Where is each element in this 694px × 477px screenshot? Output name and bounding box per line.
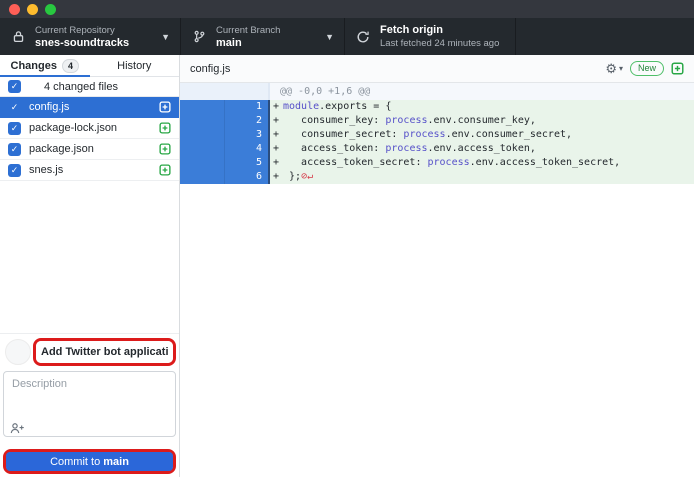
commit-button-branch: main — [103, 456, 129, 468]
window-titlebar — [0, 0, 694, 18]
diff-line-1[interactable]: 1+module.exports = { — [180, 100, 694, 114]
gutter-new[interactable]: 6 — [225, 170, 270, 184]
new-file-badge: New — [630, 61, 664, 76]
diff-line-6[interactable]: 6+ };⊘↵ — [180, 170, 694, 184]
diff-content: @@ -0,0 +1,6 @@1+module.exports = {2+ co… — [180, 83, 694, 184]
sidebar-spacer — [0, 181, 179, 333]
minimize-window-button[interactable] — [27, 4, 38, 15]
gutter-old[interactable] — [180, 142, 225, 156]
file-name: snes.js — [29, 164, 151, 176]
commit-form: Commit to main — [0, 333, 179, 477]
repo-name: snes-soundtracks — [35, 37, 129, 49]
gutter-old[interactable] — [180, 100, 225, 114]
file-checkbox[interactable]: ✓ — [8, 143, 21, 156]
chevron-down-icon: ▼ — [161, 32, 170, 42]
changed-files-summary: 4 changed files — [44, 81, 118, 93]
diff-pane: config.js ⚙▾ New @@ -0,0 +1,6 @@1+module… — [180, 55, 694, 477]
current-branch-button[interactable]: Current Branch main ▼ — [181, 18, 345, 55]
avatar — [5, 339, 31, 365]
gutter-new[interactable]: 5 — [225, 156, 270, 170]
repo-label: Current Repository — [35, 25, 115, 36]
commit-button-prefix: Commit to — [50, 456, 103, 468]
file-name: config.js — [29, 101, 151, 113]
gutter-old[interactable] — [180, 114, 225, 128]
gear-icon: ⚙ — [605, 61, 617, 77]
diff-line-2[interactable]: 2+ consumer_key: process.env.consumer_ke… — [180, 114, 694, 128]
person-add-icon[interactable] — [10, 422, 25, 434]
lock-icon — [10, 29, 26, 45]
diff-line-4[interactable]: 4+ access_token: process.env.access_toke… — [180, 142, 694, 156]
changes-count-badge: 4 — [62, 59, 79, 73]
gutter-new[interactable]: 2 — [225, 114, 270, 128]
app-toolbar: Current Repository snes-soundtracks ▼ Cu… — [0, 18, 694, 55]
branch-label: Current Branch — [216, 25, 280, 36]
sync-icon — [355, 29, 371, 45]
commit-to-main-button[interactable]: Commit to main — [6, 452, 173, 471]
git-branch-icon — [191, 29, 207, 45]
expand-diff-button[interactable] — [671, 62, 684, 75]
file-row-package-lock.json[interactable]: ✓ package-lock.json — [0, 118, 179, 139]
gutter-old[interactable] — [180, 156, 225, 170]
gutter-new[interactable]: 1 — [225, 100, 270, 114]
changes-sidebar: Changes 4 History ✓ 4 changed files ✓ con… — [0, 55, 180, 477]
tab-history-label: History — [117, 60, 151, 72]
diff-file-name: config.js — [190, 63, 605, 75]
file-status-added-icon — [159, 122, 171, 134]
gutter-new[interactable]: 4 — [225, 142, 270, 156]
diff-code: + access_token: process.env.access_token… — [270, 142, 694, 156]
fetch-origin-button[interactable]: Fetch origin Last fetched 24 minutes ago — [345, 18, 516, 55]
select-all-checkbox[interactable]: ✓ — [8, 80, 21, 93]
current-repository-button[interactable]: Current Repository snes-soundtracks ▼ — [0, 18, 181, 55]
close-window-button[interactable] — [9, 4, 20, 15]
file-row-package.json[interactable]: ✓ package.json — [0, 139, 179, 160]
annotation-summary-highlight — [33, 338, 176, 366]
diff-code: + };⊘↵ — [270, 170, 694, 184]
file-status-added-icon — [159, 101, 171, 113]
annotation-commit-highlight: Commit to main — [3, 449, 176, 474]
chevron-down-icon: ▼ — [325, 32, 334, 42]
file-checkbox[interactable]: ✓ — [8, 122, 21, 135]
file-checkbox[interactable]: ✓ — [8, 101, 21, 114]
changed-files-header: ✓ 4 changed files — [0, 77, 179, 97]
tab-changes-label: Changes — [11, 60, 57, 72]
commit-description-input[interactable] — [3, 371, 176, 437]
file-row-snes.js[interactable]: ✓ snes.js — [0, 160, 179, 181]
fetch-status: Last fetched 24 minutes ago — [380, 38, 499, 49]
zoom-window-button[interactable] — [45, 4, 56, 15]
diff-file-header: config.js ⚙▾ New — [180, 55, 694, 83]
chevron-down-icon: ▾ — [619, 64, 623, 73]
diff-code: + consumer_secret: process.env.consumer_… — [270, 128, 694, 142]
tab-history[interactable]: History — [90, 55, 180, 76]
file-status-added-icon — [159, 164, 171, 176]
diff-settings-button[interactable]: ⚙▾ — [605, 61, 623, 77]
file-row-config.js[interactable]: ✓ config.js — [0, 97, 179, 118]
diff-line-3[interactable]: 3+ consumer_secret: process.env.consumer… — [180, 128, 694, 142]
tab-changes[interactable]: Changes 4 — [0, 55, 90, 76]
file-checkbox[interactable]: ✓ — [8, 164, 21, 177]
fetch-label: Fetch origin — [380, 24, 443, 36]
diff-code: + consumer_key: process.env.consumer_key… — [270, 114, 694, 128]
diff-hunk-header: @@ -0,0 +1,6 @@ — [180, 83, 694, 100]
file-name: package.json — [29, 143, 151, 155]
sidebar-tabs: Changes 4 History — [0, 55, 179, 77]
hunk-header-text: @@ -0,0 +1,6 @@ — [270, 83, 694, 100]
gutter-new[interactable]: 3 — [225, 128, 270, 142]
commit-summary-input[interactable] — [36, 341, 173, 363]
gutter-old[interactable] — [180, 170, 225, 184]
gutter-old[interactable] — [180, 128, 225, 142]
branch-name: main — [216, 37, 242, 49]
diff-code: + access_token_secret: process.env.acces… — [270, 156, 694, 170]
toolbar-filler — [516, 18, 694, 55]
diff-code: +module.exports = { — [270, 100, 694, 114]
diff-line-5[interactable]: 5+ access_token_secret: process.env.acce… — [180, 156, 694, 170]
file-status-added-icon — [159, 143, 171, 155]
file-name: package-lock.json — [29, 122, 151, 134]
changed-file-list: ✓ config.js ✓ package-lock.json ✓ package.jso… — [0, 97, 179, 181]
